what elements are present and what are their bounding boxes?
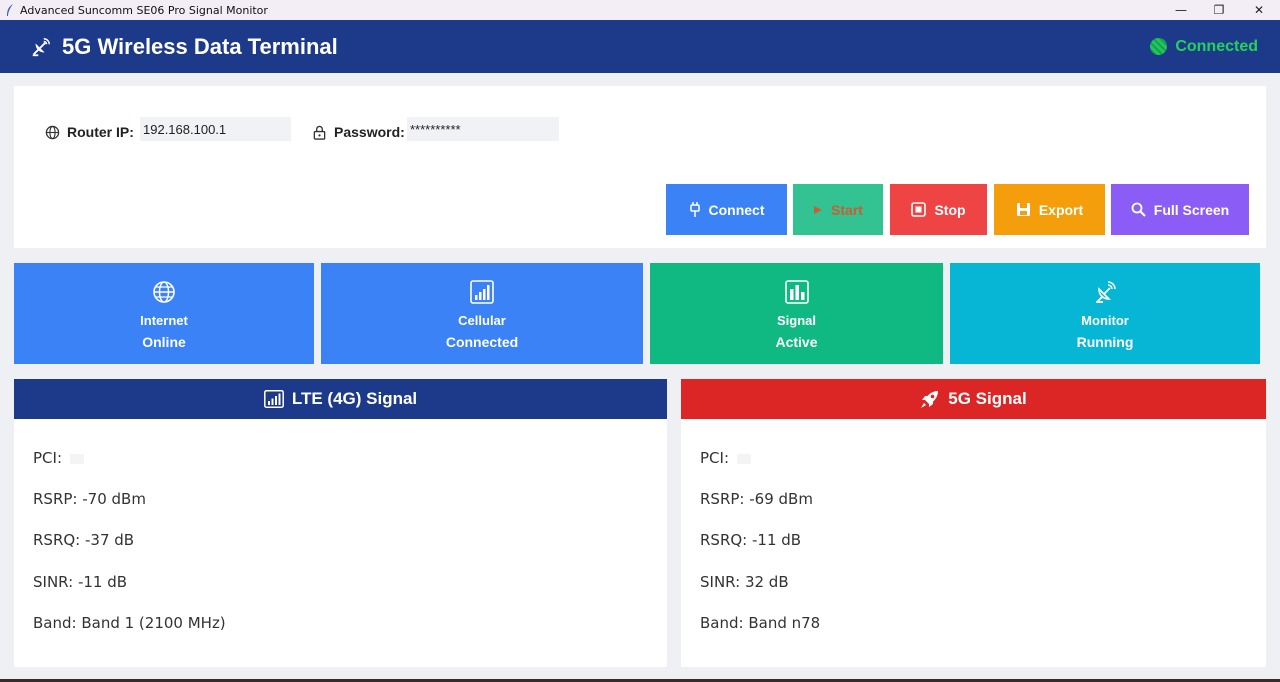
status-card-signal: Signal Active: [650, 263, 943, 364]
lte-signal-panel: LTE (4G) Signal PCI: RSRP: -70 dBm RSRQ:…: [14, 379, 667, 667]
feather-icon: [7, 4, 13, 16]
connection-status: Connected: [1150, 20, 1258, 73]
signal-bars-icon: [470, 280, 494, 304]
status-card-monitor: Monitor Running: [950, 263, 1260, 364]
lock-icon: [313, 125, 326, 140]
card-title: Cellular: [458, 313, 506, 328]
lte-rsrp: RSRP: -70 dBm: [33, 490, 146, 508]
nr-rsrq: RSRQ: -11 dB: [700, 531, 802, 549]
globe-icon: [45, 125, 60, 139]
bar-chart-icon: [784, 280, 809, 304]
satellite-dish-icon: [32, 37, 50, 56]
status-card-cellular: Cellular Connected: [321, 263, 643, 364]
connect-button[interactable]: Connect: [666, 184, 787, 235]
export-button[interactable]: Export: [994, 184, 1105, 235]
magnifier-icon: [1131, 202, 1146, 217]
nr-band: Band: Band n78: [700, 614, 821, 632]
connection-status-text: Connected: [1175, 37, 1258, 55]
minimize-button[interactable]: —: [1162, 0, 1200, 20]
play-icon: [814, 205, 823, 214]
router-ip-label: Router IP:: [45, 122, 134, 142]
app-header: 5G Wireless Data Terminal Connected: [0, 20, 1280, 73]
lte-sinr: SINR: -11 dB: [33, 573, 128, 591]
lte-rsrq: RSRQ: -37 dB: [33, 531, 135, 549]
stop-icon: [911, 202, 927, 217]
window-titlebar: Advanced Suncomm SE06 Pro Signal Monitor…: [0, 0, 1280, 20]
stop-button[interactable]: Stop: [890, 184, 987, 235]
nr-signal-panel: 5G Signal PCI: RSRP: -69 dBm RSRQ: -11 d…: [681, 379, 1266, 667]
save-icon: [1016, 203, 1030, 216]
rocket-icon: [921, 391, 939, 408]
app-title: 5G Wireless Data Terminal: [62, 33, 338, 59]
nr-panel-header: 5G Signal: [681, 379, 1266, 419]
lte-pci: PCI:: [33, 449, 84, 467]
status-card-internet: Internet Online: [14, 263, 314, 364]
nr-pci: PCI:: [700, 449, 751, 467]
password-label: Password:: [312, 122, 405, 142]
redacted-value: [70, 453, 84, 464]
signal-bars-icon: [263, 390, 284, 408]
card-value: Running: [1076, 334, 1134, 350]
card-title: Internet: [140, 313, 188, 328]
card-value: Connected: [445, 334, 519, 350]
start-button[interactable]: Start: [793, 184, 883, 235]
status-dot-icon: [1150, 38, 1168, 55]
card-title: Monitor: [1081, 313, 1129, 328]
nr-rsrp: RSRP: -69 dBm: [700, 490, 813, 508]
nr-panel-title: 5G Signal: [948, 389, 1027, 408]
password-input[interactable]: [407, 117, 559, 141]
close-button[interactable]: ✕: [1240, 0, 1278, 20]
satellite-icon: [1096, 281, 1116, 303]
lte-panel-header: LTE (4G) Signal: [14, 379, 667, 419]
card-value: Online: [142, 334, 186, 350]
plug-icon: [689, 201, 700, 217]
fullscreen-button[interactable]: Full Screen: [1111, 184, 1249, 235]
maximize-button[interactable]: ❐: [1200, 0, 1238, 20]
nr-sinr: SINR: 32 dB: [700, 573, 789, 591]
control-panel: Router IP: Password: Connect Start Stop: [14, 86, 1266, 248]
lte-panel-title: LTE (4G) Signal: [291, 389, 418, 408]
window-title: Advanced Suncomm SE06 Pro Signal Monitor: [20, 3, 268, 17]
globe-icon: [153, 281, 175, 303]
card-title: Signal: [776, 313, 816, 328]
redacted-value: [737, 453, 751, 464]
router-ip-input[interactable]: [140, 117, 291, 141]
card-value: Active: [775, 334, 818, 350]
lte-band: Band: Band 1 (2100 MHz): [33, 614, 226, 632]
